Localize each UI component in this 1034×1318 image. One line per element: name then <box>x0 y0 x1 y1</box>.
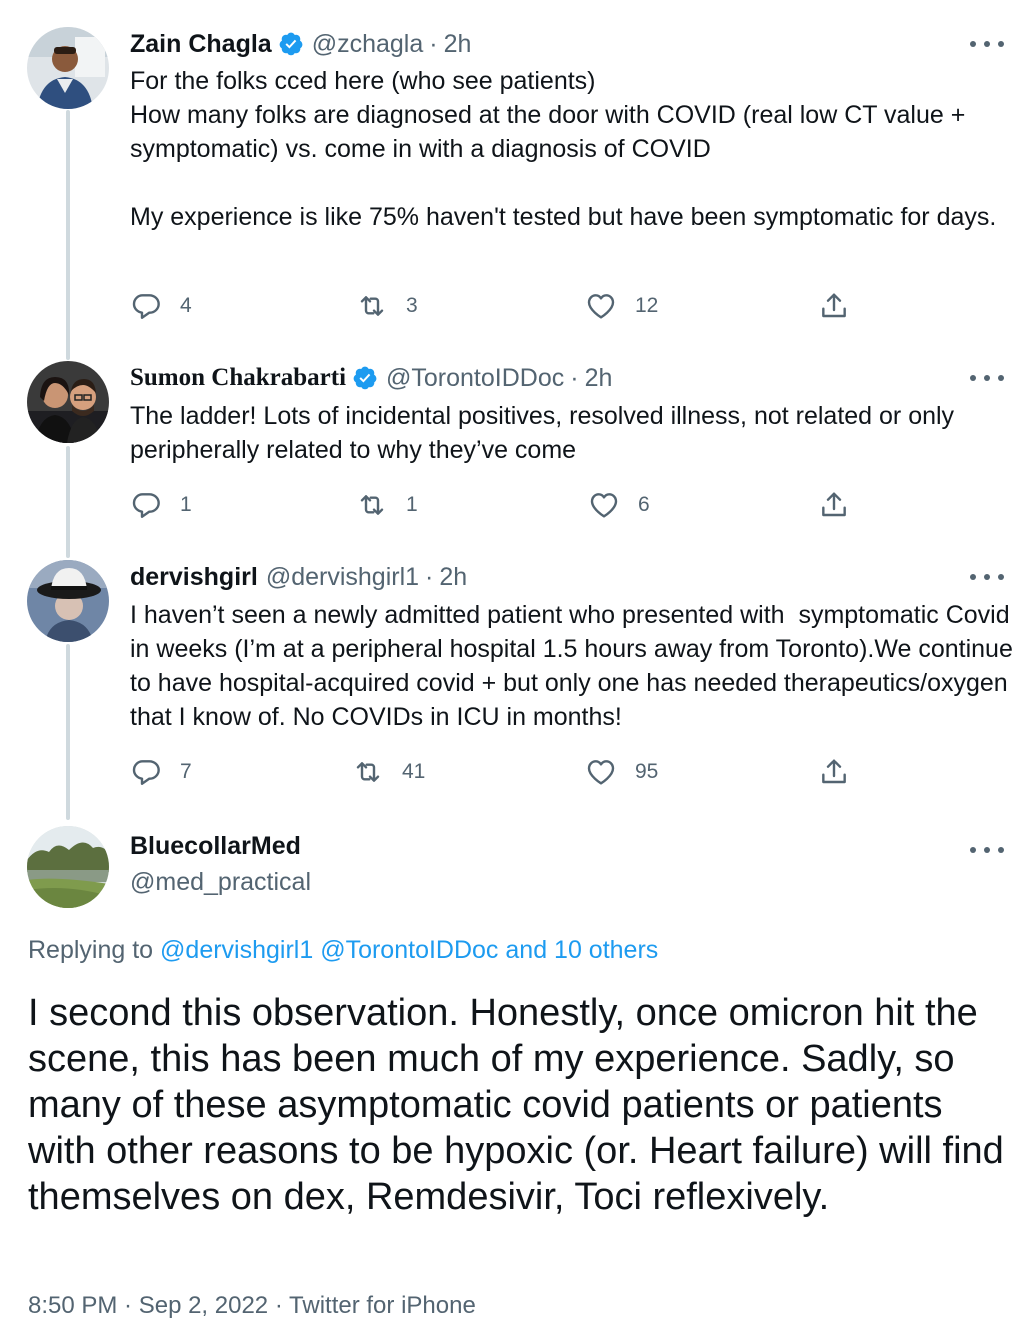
tweet-text: I haven’t seen a newly admitted patient … <box>130 601 1020 731</box>
handle[interactable]: @TorontoIDDoc <box>386 364 564 393</box>
replying-to: Replying to @dervishgirl1 @TorontoIDDoc … <box>28 936 658 965</box>
heart-icon <box>585 290 617 322</box>
avatar[interactable] <box>27 826 109 908</box>
display-name[interactable]: BluecollarMed <box>130 832 301 861</box>
reply-button[interactable]: 7 <box>130 752 192 792</box>
tweet-header: dervishgirl @dervishgirl1 · 2h <box>130 557 467 597</box>
like-count: 95 <box>635 760 659 783</box>
retweet-icon <box>352 756 384 788</box>
reply-count: 1 <box>180 493 192 516</box>
heart-icon <box>585 756 617 788</box>
reply-count: 7 <box>180 760 192 783</box>
more-icon[interactable] <box>970 567 1004 587</box>
avatar[interactable] <box>27 361 109 443</box>
mention-link[interactable]: @TorontoIDDoc <box>320 936 498 964</box>
verified-badge-icon <box>278 31 304 57</box>
retweet-icon <box>356 290 388 322</box>
avatar[interactable] <box>27 27 109 109</box>
mention-link[interactable]: @dervishgirl1 <box>160 936 313 964</box>
timestamp[interactable]: 2h <box>439 563 467 592</box>
handle[interactable]: @med_practical <box>130 868 311 897</box>
main-tweet-text: I second this observation. Honestly, onc… <box>28 992 1004 1218</box>
reply-button[interactable]: 4 <box>130 286 192 326</box>
replying-prefix: Replying to <box>28 936 154 964</box>
share-icon <box>818 290 850 322</box>
tweet-header: Zain Chagla @zchagla · 2h <box>130 24 471 64</box>
retweet-icon <box>356 489 388 521</box>
handle[interactable]: @dervishgirl1 <box>266 563 419 592</box>
reply-icon <box>130 756 162 788</box>
timestamp[interactable]: 2h <box>585 364 613 393</box>
share-button[interactable] <box>818 752 850 792</box>
timestamp[interactable]: 2h <box>444 30 472 59</box>
share-button[interactable] <box>818 286 850 326</box>
share-icon <box>818 756 850 788</box>
tweet-dervishgirl[interactable]: dervishgirl @dervishgirl1 · 2h I haven’t… <box>0 540 1034 810</box>
retweet-count: 41 <box>402 760 426 783</box>
display-name[interactable]: dervishgirl <box>130 563 258 592</box>
like-button[interactable]: 95 <box>585 752 658 792</box>
reply-icon <box>130 489 162 521</box>
tweet-header: Sumon Chakrabarti @TorontoIDDoc · 2h <box>130 358 612 398</box>
display-name[interactable]: Zain Chagla <box>130 30 272 59</box>
tweet-actions: 4 3 12 <box>130 286 870 326</box>
more-icon[interactable] <box>970 840 1004 860</box>
like-count: 6 <box>638 493 650 516</box>
retweet-count: 1 <box>406 493 418 516</box>
like-button[interactable]: 6 <box>588 485 650 525</box>
share-icon <box>818 489 850 521</box>
reply-count: 4 <box>180 294 192 317</box>
retweet-button[interactable]: 1 <box>356 485 418 525</box>
retweet-button[interactable]: 41 <box>352 752 425 792</box>
tweet-text: The ladder! Lots of incidental positives… <box>130 402 962 464</box>
avatar[interactable] <box>27 560 109 642</box>
separator: · <box>429 29 438 58</box>
tweet-actions: 1 1 6 <box>130 485 870 525</box>
tweet-actions: 7 41 95 <box>130 752 870 792</box>
separator: · <box>570 363 579 392</box>
share-button[interactable] <box>818 485 850 525</box>
heart-icon <box>588 489 620 521</box>
more-icon[interactable] <box>970 34 1004 54</box>
tweet-text: For the folks cced here (who see patient… <box>130 67 997 231</box>
others-link[interactable]: and 10 others <box>505 936 658 964</box>
tweet-sumon-chakrabarti[interactable]: Sumon Chakrabarti @TorontoIDDoc · 2h The… <box>0 340 1034 540</box>
separator: · <box>425 562 434 591</box>
handle[interactable]: @zchagla <box>312 30 424 59</box>
like-button[interactable]: 12 <box>585 286 658 326</box>
reply-icon <box>130 290 162 322</box>
tweet-meta[interactable]: 8:50 PM · Sep 2, 2022 · Twitter for iPho… <box>28 1292 476 1318</box>
retweet-button[interactable]: 3 <box>356 286 418 326</box>
tweet-zain-chagla[interactable]: Zain Chagla @zchagla · 2h For the folks … <box>0 0 1034 340</box>
verified-badge-icon <box>352 365 378 391</box>
display-name[interactable]: Sumon Chakrabarti <box>130 364 346 392</box>
more-icon[interactable] <box>970 368 1004 388</box>
like-count: 12 <box>635 294 659 317</box>
retweet-count: 3 <box>406 294 418 317</box>
reply-button[interactable]: 1 <box>130 485 192 525</box>
